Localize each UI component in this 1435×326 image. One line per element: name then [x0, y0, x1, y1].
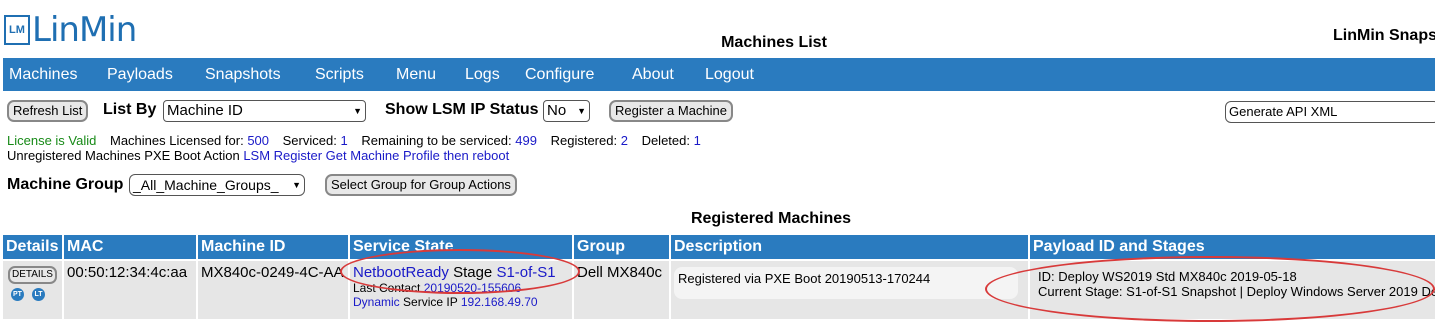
mac-cell: 00:50:12:34:4c:aa: [64, 261, 196, 319]
group-actions-button[interactable]: Select Group for Group Actions: [325, 174, 517, 196]
serviced-value[interactable]: 1: [340, 133, 347, 148]
col-machine-id: Machine ID: [198, 235, 348, 259]
col-details: Details: [3, 235, 62, 259]
registered-machines-title: Registered Machines: [690, 210, 852, 227]
machine-id-cell: MX840c-0249-4C-AA: [198, 261, 348, 319]
machine-id-value: MX840c-0249-4C-AA: [201, 264, 344, 281]
register-machine-button[interactable]: Register a Machine: [609, 100, 733, 122]
remaining-label: Remaining to be serviced:: [361, 133, 512, 148]
service-ip-label: Service IP: [403, 295, 458, 309]
nav-configure[interactable]: Configure: [525, 66, 594, 84]
registered-label: Registered:: [550, 133, 618, 148]
remaining-value[interactable]: 499: [515, 133, 537, 148]
unregistered-label: Unregistered Machines PXE Boot Action: [7, 148, 240, 163]
api-xml-select[interactable]: Generate API XML: [1225, 101, 1435, 123]
machine-group-label: Machine Group: [7, 176, 124, 193]
list-by-select[interactable]: Machine ID ▼: [163, 100, 366, 122]
nav-logout[interactable]: Logout: [705, 66, 754, 84]
list-by-value: Machine ID: [167, 102, 243, 119]
pt-icon[interactable]: PT: [11, 288, 24, 301]
col-description: Description: [671, 235, 1028, 259]
description-cell: Registered via PXE Boot 20190513-170244: [671, 261, 1028, 319]
unregistered-action-link[interactable]: LSM Register Get Machine Profile then re…: [243, 148, 509, 163]
lt-icon[interactable]: LT: [32, 288, 45, 301]
lsm-status-select[interactable]: No ▼: [543, 100, 590, 122]
nav-logs[interactable]: Logs: [465, 66, 500, 84]
highlight-oval-payload: [985, 256, 1435, 322]
nav-payloads[interactable]: Payloads: [107, 66, 173, 84]
mac-value: 00:50:12:34:4c:aa: [67, 264, 188, 281]
licensed-label: Machines Licensed for:: [110, 133, 244, 148]
nav-menu[interactable]: Menu: [396, 66, 436, 84]
nav-machines[interactable]: Machines: [9, 66, 77, 84]
nav-snapshots[interactable]: Snapshots: [205, 66, 281, 84]
highlight-oval-service-state: [340, 249, 580, 294]
registered-value[interactable]: 2: [621, 133, 628, 148]
brand-title: LinMin Snapshots: [1333, 27, 1435, 44]
unregistered-line: Unregistered Machines PXE Boot Action LS…: [7, 148, 509, 163]
machine-group-value: _All_Machine_Groups_: [133, 177, 279, 193]
details-button[interactable]: DETAILS: [8, 266, 57, 284]
deleted-label: Deleted:: [641, 133, 690, 148]
service-ip-line: Dynamic Service IP 192.168.49.70: [353, 295, 569, 309]
refresh-list-button[interactable]: Refresh List: [7, 100, 89, 122]
license-status: License is Valid: [7, 133, 97, 148]
nav-about[interactable]: About: [632, 66, 674, 84]
group-value: Dell MX840c: [577, 264, 663, 281]
ip-type: Dynamic: [353, 295, 400, 309]
list-by-label: List By: [103, 101, 157, 118]
main-nav: Machines Payloads Snapshots Scripts Menu…: [3, 58, 1435, 91]
api-xml-value: Generate API XML: [1229, 104, 1338, 119]
machine-group-select[interactable]: _All_Machine_Groups_ ▼: [129, 174, 305, 196]
col-mac: MAC: [64, 235, 196, 259]
deleted-value[interactable]: 1: [694, 133, 701, 148]
nav-scripts[interactable]: Scripts: [315, 66, 364, 84]
chevron-down-icon: ▼: [353, 106, 362, 116]
chevron-down-icon: ▼: [577, 106, 586, 116]
license-line: License is Valid Machines Licensed for: …: [7, 133, 701, 148]
lsm-status-label: Show LSM IP Status: [385, 101, 539, 118]
chevron-down-icon: ▼: [292, 180, 301, 190]
page-title: Machines List: [721, 34, 827, 51]
licensed-value[interactable]: 500: [247, 133, 269, 148]
lsm-status-value: No: [547, 102, 567, 119]
description-field[interactable]: Registered via PXE Boot 20190513-170244: [674, 267, 1018, 299]
serviced-label: Serviced:: [282, 133, 337, 148]
table-row-details-cell: DETAILS PT LT: [3, 261, 62, 319]
group-cell: Dell MX840c: [574, 261, 669, 319]
col-group: Group: [574, 235, 669, 259]
service-ip-link[interactable]: 192.168.49.70: [461, 295, 538, 309]
